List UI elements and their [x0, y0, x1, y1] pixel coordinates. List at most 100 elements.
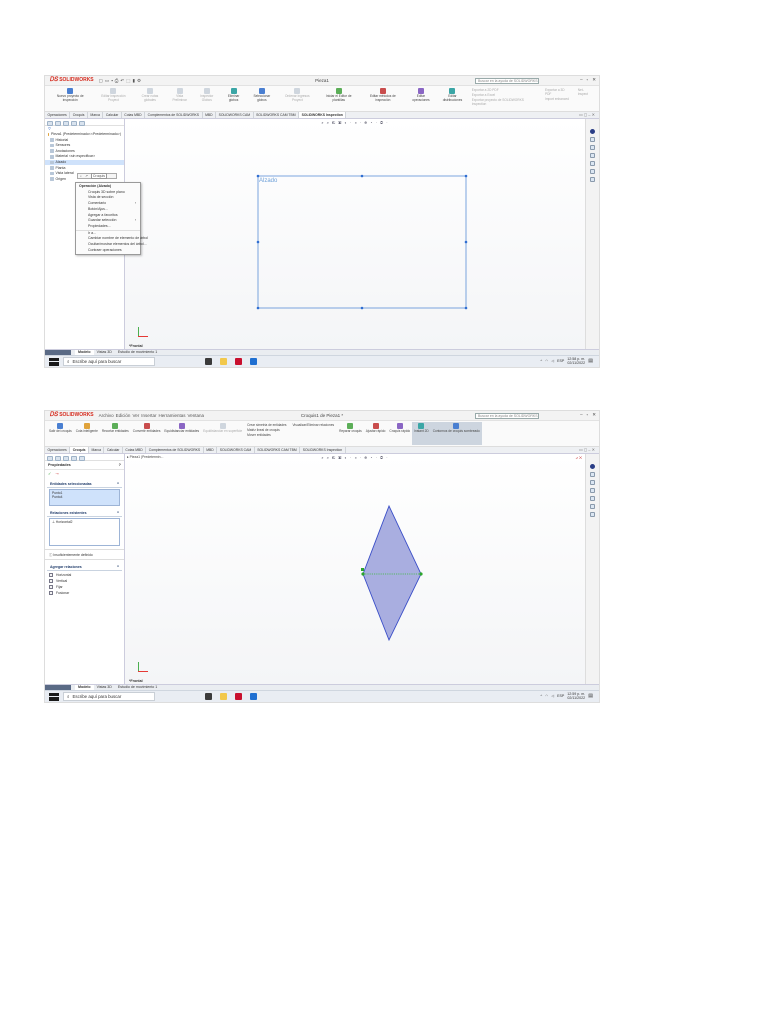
menu-insertar[interactable]: Insertar [141, 413, 156, 418]
network-icon[interactable]: ◠ [545, 694, 548, 698]
windows-start-icon[interactable] [49, 357, 59, 366]
close-icon[interactable]: ✕ [592, 77, 596, 83]
menu-item-ir-a[interactable]: Ir a... [76, 229, 140, 237]
home-icon[interactable] [590, 137, 595, 142]
tab-complementos-de-solidworks[interactable]: Complementos de SOLIDWORKS [145, 112, 203, 118]
tab-operaciones[interactable]: Operaciones [45, 447, 71, 453]
select-icon[interactable]: ⬚ [126, 78, 130, 84]
ribbon-button-inspector-globos[interactable]: Inspector Globos [193, 87, 221, 110]
store-app-icon[interactable] [250, 693, 257, 700]
maximize-icon[interactable]: ▫ [587, 77, 589, 83]
add-relations-section[interactable]: Agregar relaciones ^ [47, 563, 122, 571]
tab-cotas-mbd[interactable]: Cotas MBD [123, 447, 147, 453]
file-explorer-icon[interactable] [590, 153, 595, 158]
tab-croquis[interactable]: Croquis [70, 112, 88, 118]
solidworks-resources-icon[interactable] [590, 464, 595, 469]
graphics-area[interactable]: ⌕ ⌕ ◩ ▣ ◐ · ◑ · ⊕ ◔ · ◎ · ▸ Pieza1 (Pred… [125, 454, 585, 684]
volume-icon[interactable]: ◁ [551, 359, 554, 363]
language-indicator[interactable]: ESP [557, 694, 564, 698]
minimize-icon[interactable]: – [580, 412, 583, 418]
design-library-icon[interactable] [590, 145, 595, 150]
tab-marca[interactable]: Marca [89, 447, 105, 453]
task-view-icon[interactable] [205, 693, 212, 700]
tab-mbd[interactable]: MBD [204, 447, 218, 453]
ribbon-button-contornos-de-croquis-sombreado[interactable]: Contornos de croquis sombreado [430, 422, 482, 445]
tab-calcular[interactable]: Calcular [103, 112, 122, 118]
store-app-icon[interactable] [250, 358, 257, 365]
file-explorer-app-icon[interactable] [220, 693, 227, 700]
existing-relations-section[interactable]: Relaciones existentes ^ [47, 509, 122, 517]
ribbon-button-vista-preliminar[interactable]: Vista Preliminar [167, 87, 193, 110]
file-explorer-icon[interactable] [590, 488, 595, 493]
ribbon-button-nuevo-proyecto-de-inspeccion[interactable]: Nuevo proyecto de inspección [47, 87, 94, 110]
tab-complementos-de-solidworks[interactable]: Complementos de SOLIDWORKS [146, 447, 204, 453]
ctx-mini-label[interactable]: Croquis [90, 173, 107, 179]
collapse-icon[interactable]: ^ [117, 565, 119, 569]
graphics-area[interactable]: ⌕ ⌕ ◩ ▣ ◐ · ◑ · ⊕ ◔ · ◎ · Alzado *Fronta… [125, 119, 585, 349]
tab-cotas-mbd[interactable]: Cotas MBD [122, 112, 146, 118]
diamond-sketch[interactable] [362, 504, 422, 642]
ribbon-item-mover-entidades[interactable]: Mover entidades [247, 433, 286, 437]
sketch-icon[interactable]: ⌕ [80, 174, 82, 178]
solidworks-app-icon[interactable] [235, 693, 242, 700]
ribbon-button-convertir-entidades[interactable]: Convertir entidades [131, 422, 163, 445]
menu-archivo[interactable]: Archivo [99, 413, 114, 418]
ribbon-button-editar-operaciones[interactable]: Editar operaciones [406, 87, 436, 110]
home-icon[interactable] [590, 472, 595, 477]
ribbon-item-exportar-proyecto-de-solidworks-inspection[interactable]: Exportar proyecto de SOLIDWORKS Inspecti… [472, 98, 539, 106]
solidworks-resources-icon[interactable] [590, 129, 595, 134]
tab-solidworks-cam[interactable]: SOLIDWORKS CAM [216, 112, 254, 118]
save-icon[interactable]: ▪ [111, 78, 113, 84]
ribbon-item-matriz-lineal-de-croquis[interactable]: Matriz lineal de croquis [247, 428, 286, 432]
point4-marker[interactable] [419, 572, 423, 576]
view-palette-icon[interactable] [590, 496, 595, 501]
ribbon-window-controls[interactable]: ▭ ◻ – ✕ [579, 112, 595, 118]
solidworks-app-icon[interactable] [235, 358, 242, 365]
selected-entity[interactable]: Punto4 [52, 495, 117, 499]
collapse-icon[interactable]: ^ [117, 482, 119, 486]
taskbar-search[interactable]: ⌕ Escribe aquí para buscar [63, 357, 155, 366]
tab-calcular[interactable]: Calcular [104, 447, 123, 453]
network-icon[interactable]: ◠ [545, 359, 548, 363]
ribbon-button-instant-2d[interactable]: Instant 2D [412, 422, 431, 445]
tab-solidworks-cam-tbm[interactable]: SOLIDWORKS CAM TBM [255, 447, 301, 453]
notifications-icon[interactable]: ▤ [588, 693, 593, 699]
ribbon-button-equidistanciar-entidades[interactable]: Equidistanciar entidades [162, 422, 201, 445]
ribbon-button-iniciar-el-editor-de-plantillas[interactable]: Iniciar el Editor de plantillas [317, 87, 360, 110]
tab-solidworks-cam[interactable]: SOLIDWORKS CAM [217, 447, 255, 453]
tray-arrow-icon[interactable]: ^ [540, 359, 542, 363]
help-icon[interactable]: ? [119, 463, 121, 467]
help-search-input[interactable]: Buscar en la ayuda de SOLIDWORKS [475, 77, 539, 84]
tab-solidworks-cam-tbm[interactable]: SOLIDWORKS CAM TBM [254, 112, 300, 118]
plane-handles[interactable] [256, 174, 468, 310]
ribbon-item-exportar-a-2d-pdf[interactable]: Exportar a 2D PDF [472, 88, 539, 92]
tab-croquis[interactable]: Croquis [70, 447, 90, 453]
tree-item-pieza1-predeterminado-predeterminado[interactable]: Pieza1 (Predeterminado<<Predeterminado>) [45, 132, 124, 138]
ribbon-button-recortar-entidades[interactable]: Recortar entidades [100, 422, 131, 445]
existing-relation[interactable]: ⊥ Horizontal2 [52, 520, 117, 524]
tab-mbd[interactable]: MBD [203, 112, 217, 118]
open-icon[interactable]: ▭ [105, 78, 109, 84]
new-icon[interactable]: ▢ [99, 78, 103, 84]
point1-marker[interactable] [361, 572, 365, 576]
ribbon-button-editar-distribuciones[interactable]: Editar distribuciones [436, 87, 469, 110]
ribbon-item-import-enhanced[interactable]: Import enhanced [545, 97, 572, 101]
custom-properties-icon[interactable] [590, 512, 595, 517]
ok-check-icon[interactable]: ✓ [48, 471, 51, 476]
notifications-icon[interactable]: ▤ [588, 358, 593, 364]
ribbon-button-ajustar-rapido[interactable]: Ajustar rápido [364, 422, 388, 445]
ribbon-button-croquis-rapido[interactable]: Croquis rápido [387, 422, 412, 445]
ribbon-button-editar-inspeccion-proyect[interactable]: Editar inspección Proyect [94, 87, 134, 110]
view-palette-icon[interactable] [590, 161, 595, 166]
undo-icon[interactable]: ↶ [120, 78, 124, 84]
menu-item-contraer-operaciones[interactable]: Contraer operaciones [76, 248, 140, 254]
appearances-icon[interactable] [590, 169, 595, 174]
tray-arrow-icon[interactable]: ^ [540, 694, 542, 698]
close-icon[interactable]: ✕ [592, 412, 596, 418]
selected-entities-list[interactable]: Punto1 Punto4 [49, 489, 120, 506]
design-library-icon[interactable] [590, 480, 595, 485]
clock[interactable]: 12:58 p. m. 02/11/2022 [567, 357, 585, 365]
ribbon-button-eliminar-globos[interactable]: Eliminar globos [221, 87, 247, 110]
property-tab-icon[interactable] [55, 121, 61, 126]
dimxpert-tab-icon[interactable] [71, 121, 77, 126]
